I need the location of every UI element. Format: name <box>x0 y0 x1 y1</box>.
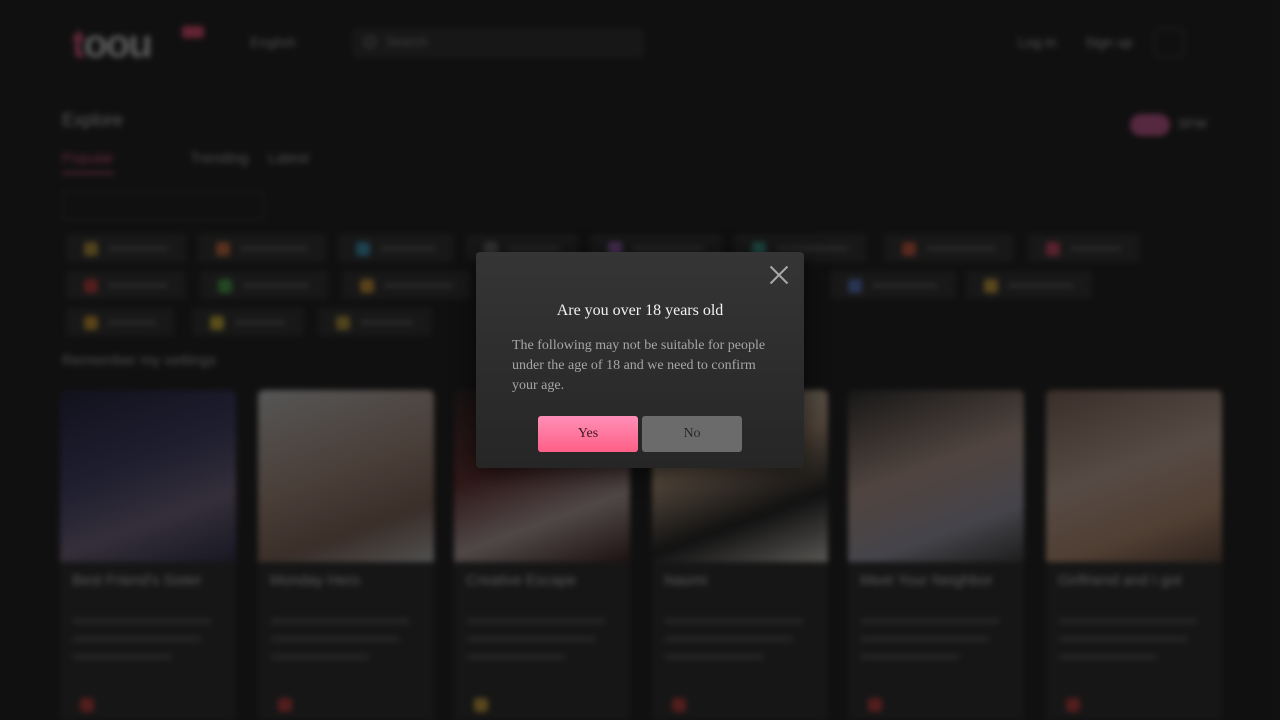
close-icon[interactable] <box>766 262 792 288</box>
age-verification-dialog: Are you over 18 years old The following … <box>476 252 804 468</box>
no-button[interactable]: No <box>642 416 742 452</box>
yes-button[interactable]: Yes <box>538 416 638 452</box>
dialog-title: Are you over 18 years old <box>556 302 724 319</box>
dialog-message: The following may not be suitable for pe… <box>512 338 766 393</box>
